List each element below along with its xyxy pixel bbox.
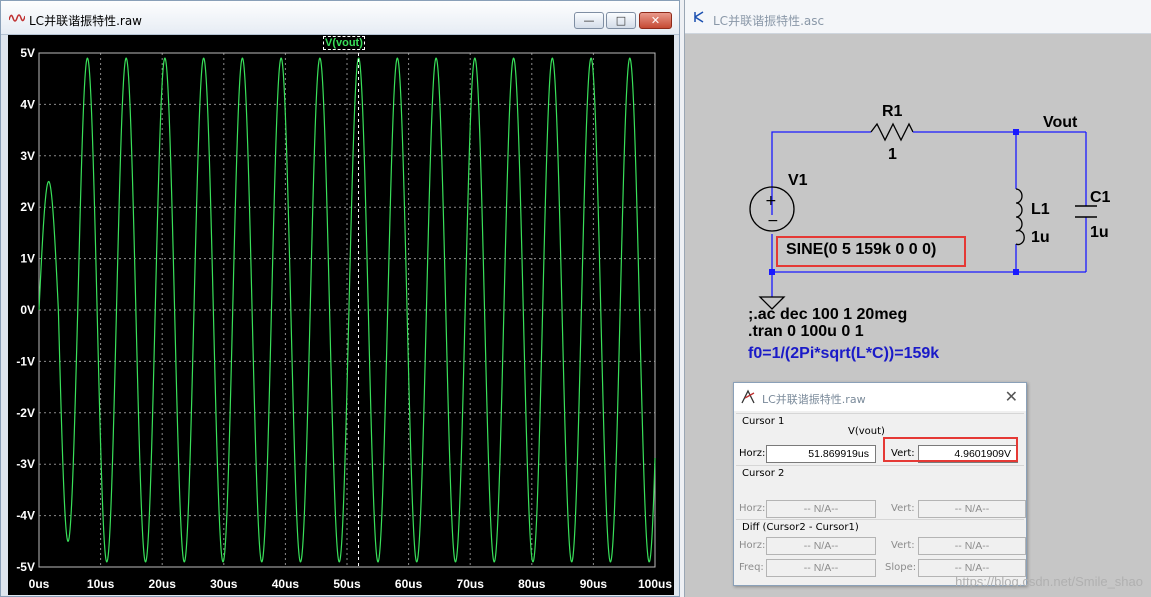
cursor2-vert-label: Vert:	[891, 503, 915, 514]
vert-highlight-box	[883, 437, 1018, 462]
x-tick-label: 30us	[210, 577, 238, 591]
junction-dot	[1013, 129, 1019, 135]
inductor-l1[interactable]	[1015, 188, 1025, 246]
schematic-title-bar[interactable]: LC并联谐振特性.asc	[685, 0, 1151, 34]
trace-label-vout[interactable]: V(vout)	[323, 36, 365, 50]
r1-name: R1	[882, 103, 903, 120]
close-button[interactable]: ✕	[639, 12, 672, 29]
sine-highlight-box	[776, 236, 966, 267]
y-tick-label: -4V	[16, 509, 35, 523]
waveform-title-bar[interactable]: LC并联谐振特性.raw — □ ✕	[1, 1, 679, 35]
plus-icon: +	[765, 193, 777, 209]
schematic-icon	[694, 11, 704, 23]
schematic-window-title: LC并联谐振特性.asc	[713, 14, 825, 28]
l1-name: L1	[1031, 201, 1050, 218]
x-tick-label: 20us	[149, 577, 177, 591]
diff-freq-field: -- N/A--	[766, 559, 876, 577]
cursor1-horz-field[interactable]: 51.869919us	[766, 445, 876, 463]
r1-value: 1	[888, 146, 897, 163]
minimize-button[interactable]: —	[574, 12, 604, 29]
y-tick-label: 5V	[20, 46, 35, 60]
y-tick-label: -1V	[16, 354, 35, 368]
junction-dot	[769, 269, 775, 275]
x-tick-label: 90us	[580, 577, 608, 591]
x-tick-label: 10us	[87, 577, 115, 591]
cursor-dialog-title: LC并联谐振特性.raw	[762, 393, 866, 406]
cursor2-label: Cursor 2	[742, 468, 785, 479]
junction-dot	[1013, 269, 1019, 275]
diff-vert-field: -- N/A--	[918, 537, 1026, 555]
directive-tran[interactable]: .tran 0 100u 0 1	[748, 323, 864, 341]
directive-ac[interactable]: ;.ac dec 100 1 20meg	[748, 306, 907, 324]
desktop: LC并联谐振特性.raw — □ ✕ 0us 10us 20us 30us 40us 50…	[0, 0, 1151, 597]
y-tick-label: -5V	[16, 560, 35, 574]
y-tick-label: 0V	[20, 303, 35, 317]
v1-name: V1	[788, 172, 808, 189]
resistor-r1[interactable]	[870, 122, 914, 142]
y-tick-label: 2V	[20, 200, 35, 214]
wire-top-left	[771, 131, 871, 215]
diff-horz-label: Horz:	[739, 540, 766, 551]
cursor1-label: Cursor 1	[742, 416, 785, 427]
y-tick-label: -2V	[16, 406, 35, 420]
cursor1-trace: V(vout)	[848, 426, 885, 437]
net-label-vout: Vout	[1043, 114, 1078, 131]
capacitor-c1[interactable]	[1075, 205, 1097, 218]
cursor2-vert-field: -- N/A--	[918, 500, 1026, 518]
x-tick-label: 40us	[272, 577, 300, 591]
x-tick-label: 100us	[638, 577, 672, 591]
x-tick-label: 80us	[518, 577, 546, 591]
close-icon[interactable]: ✕	[1005, 387, 1018, 406]
diff-slope-label: Slope:	[885, 562, 917, 573]
waveform-icon	[9, 14, 25, 22]
cursor2-horz-label: Horz:	[739, 503, 766, 514]
waveform-chart[interactable]: 0us 10us 20us 30us 40us 50us 60us 70us 80us 90us 1…	[8, 35, 674, 595]
diff-vert-label: Vert:	[891, 540, 915, 551]
y-tick-label: 1V	[20, 252, 35, 266]
y-tick-label: 3V	[20, 149, 35, 163]
y-tick-label: -3V	[16, 457, 35, 471]
waveform-window-title: LC并联谐振特性.raw	[29, 14, 142, 28]
x-tick-label: 60us	[395, 577, 423, 591]
c1-name: C1	[1090, 189, 1111, 206]
cursor-icon	[741, 389, 755, 404]
maximize-button[interactable]: □	[606, 12, 636, 29]
cursor1-horz-label: Horz:	[739, 448, 766, 459]
cursor2-horz-field: -- N/A--	[766, 500, 876, 518]
x-tick-label: 70us	[457, 577, 485, 591]
cursor2-group: Cursor 2 Horz: -- N/A-- Vert: -- N/A--	[736, 465, 1026, 518]
diff-label: Diff (Cursor2 - Cursor1)	[742, 522, 859, 533]
diff-horz-field: -- N/A--	[766, 537, 876, 555]
x-tick-label: 0us	[29, 577, 50, 591]
cursor-dialog: LC并联谐振特性.raw ✕ Cursor 1 V(vout) Horz: 51…	[733, 382, 1027, 586]
x-tick-label: 50us	[333, 577, 361, 591]
c1-value: 1u	[1090, 224, 1109, 241]
comment-f0[interactable]: f0=1/(2Pi*sqrt(L*C))=159k	[748, 345, 939, 363]
cursor-dialog-title-bar[interactable]: LC并联谐振特性.raw ✕	[734, 383, 1026, 411]
y-tick-label: 4V	[20, 97, 35, 111]
diff-freq-label: Freq:	[739, 562, 764, 573]
watermark: https://blog.csdn.net/Smile_shao	[955, 574, 1143, 589]
l1-value: 1u	[1031, 229, 1050, 246]
waveform-plot-area[interactable]: 0us 10us 20us 30us 40us 50us 60us 70us 80us 90us 1…	[8, 35, 674, 595]
waveform-window: LC并联谐振特性.raw — □ ✕ 0us 10us 20us 30us 40us 50…	[0, 0, 680, 597]
minus-icon: −	[767, 213, 779, 229]
